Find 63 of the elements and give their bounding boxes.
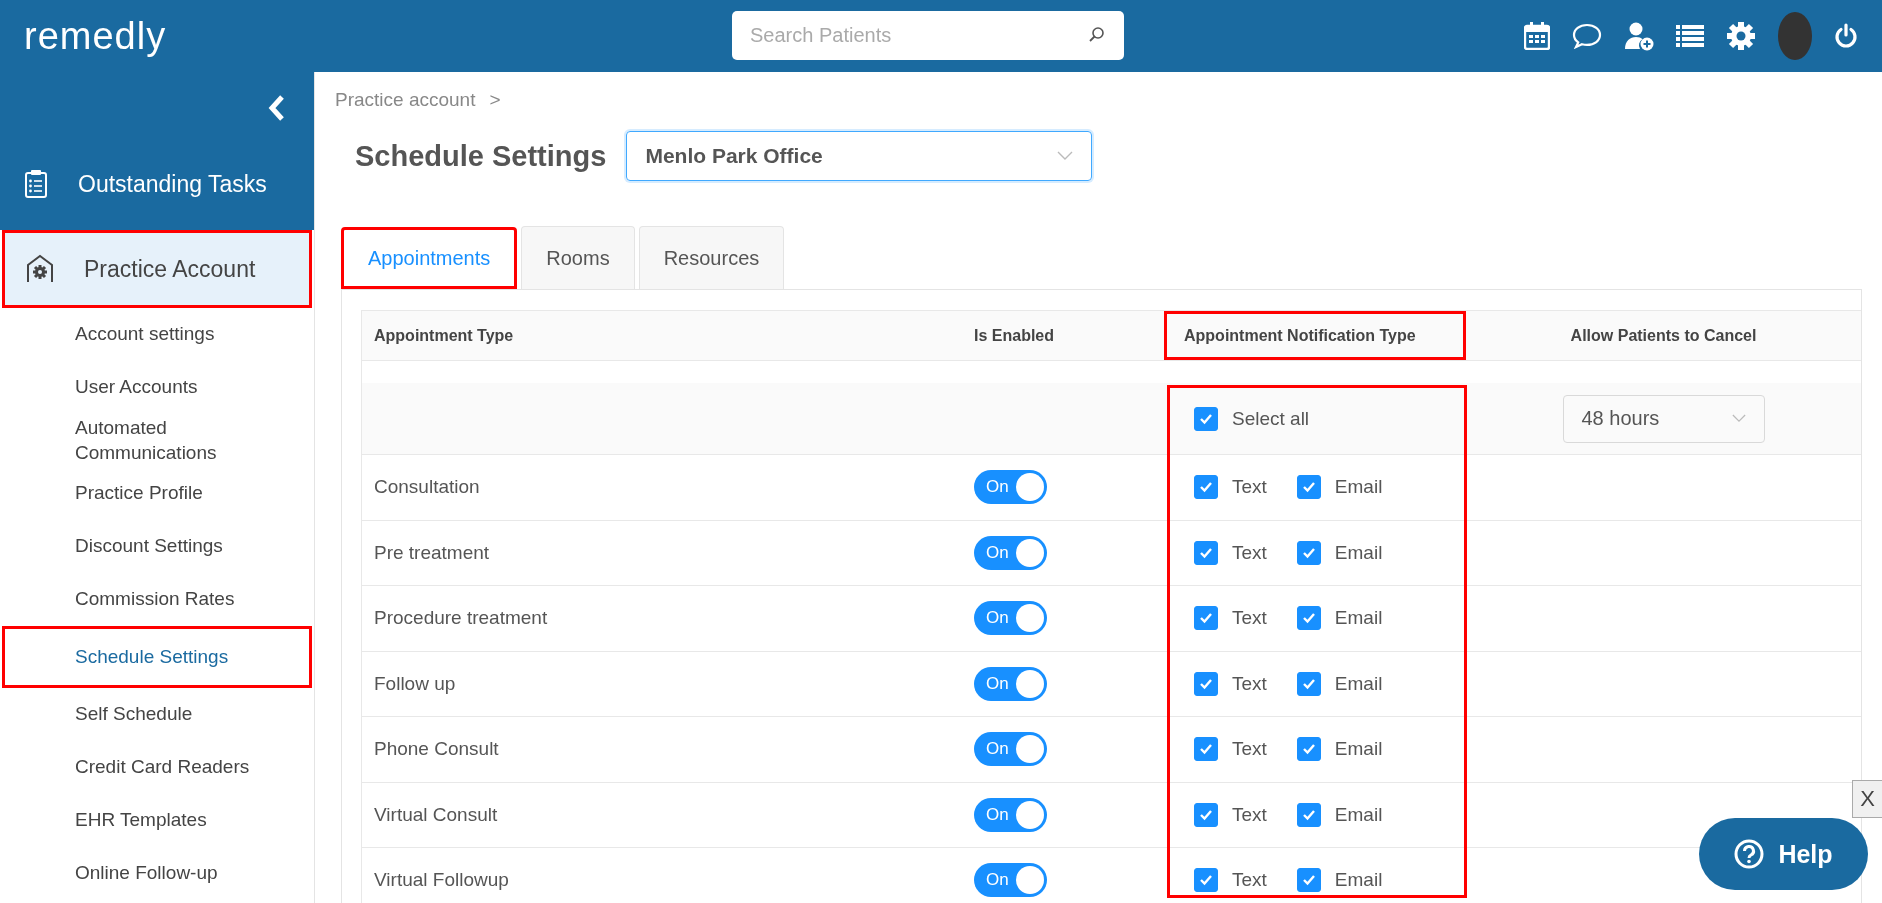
- checkbox[interactable]: Text: [1194, 802, 1267, 827]
- sidebar-link[interactable]: Credit Card Readers: [2, 741, 312, 794]
- checkbox[interactable]: Email: [1296, 868, 1383, 893]
- checkbox[interactable]: Email: [1296, 475, 1383, 500]
- chat-bubble-icon[interactable]: [1572, 23, 1602, 49]
- column-header: Allow Patients to Cancel: [1569, 326, 1758, 345]
- sidebar-link[interactable]: Online Follow-up: [2, 847, 312, 900]
- house-gear-icon: [26, 254, 54, 284]
- list-icon[interactable]: [1676, 24, 1704, 48]
- sidebar-link[interactable]: Practice Profile: [2, 467, 312, 520]
- settings-icon[interactable]: [1726, 21, 1756, 51]
- checkbox[interactable]: Email: [1296, 737, 1383, 762]
- checkbox[interactable]: Text: [1194, 868, 1267, 893]
- chevron-down-icon: [1057, 151, 1074, 161]
- checkbox[interactable]: Email: [1296, 802, 1383, 827]
- sidebar-link[interactable]: Commission Rates: [2, 573, 312, 626]
- sidebar-item[interactable]: Practice Account: [2, 230, 312, 308]
- breadcrumb-link[interactable]: Practice account: [335, 89, 476, 113]
- checkbox[interactable]: Text: [1194, 540, 1267, 565]
- logo[interactable]: remedly: [24, 14, 167, 58]
- sidebar-link[interactable]: Self Schedule: [2, 688, 312, 741]
- appointment-type: Follow up: [374, 672, 456, 694]
- appointment-type: Virtual Followup: [374, 869, 509, 891]
- sidebar-link[interactable]: Account settings: [2, 308, 312, 361]
- sidebar-link[interactable]: EHR Templates: [2, 794, 312, 847]
- search-field[interactable]: Search Patients: [732, 11, 1124, 60]
- clipboard-icon: [24, 169, 48, 199]
- tab[interactable]: Rooms: [521, 226, 635, 289]
- help-button[interactable]: Help: [1699, 818, 1868, 890]
- location-select[interactable]: Menlo Park Office: [626, 131, 1093, 181]
- calendar-icon[interactable]: [1524, 22, 1550, 50]
- checkbox[interactable]: Text: [1194, 475, 1267, 500]
- checkbox[interactable]: Email: [1296, 606, 1383, 631]
- cancel-window-select[interactable]: 48 hours: [1562, 394, 1765, 443]
- close-button[interactable]: X: [1852, 780, 1882, 818]
- checkbox[interactable]: Text: [1194, 737, 1267, 762]
- add-user-icon[interactable]: [1624, 21, 1654, 51]
- checkbox[interactable]: Email: [1296, 540, 1383, 565]
- sidebar-link[interactable]: Schedule Settings: [2, 626, 312, 688]
- power-icon[interactable]: [1834, 23, 1858, 49]
- sidebar-link[interactable]: Automated Communications: [2, 414, 312, 467]
- appointment-type: Procedure treatment: [374, 607, 548, 629]
- column-header: Appointment Notification Type: [1164, 311, 1466, 360]
- chevron-down-icon: [1731, 414, 1746, 423]
- appointment-type: Consultation: [374, 476, 480, 498]
- breadcrumb-separator: >: [489, 89, 501, 112]
- search-icon[interactable]: [1088, 26, 1106, 44]
- checkbox[interactable]: Email: [1296, 671, 1383, 696]
- sidebar-item[interactable]: Outstanding Tasks: [0, 154, 314, 230]
- column-header: Is Enabled: [974, 326, 1056, 345]
- question-icon: [1734, 839, 1765, 869]
- checkbox[interactable]: Text: [1194, 671, 1267, 696]
- page-title: Schedule Settings: [355, 139, 607, 173]
- select-all-checkbox[interactable]: Select all: [1194, 406, 1310, 431]
- appointment-type: Phone Consult: [374, 738, 499, 760]
- sidebar-link[interactable]: User Accounts: [2, 361, 312, 414]
- checkbox[interactable]: Text: [1194, 606, 1267, 631]
- sidebar-link[interactable]: Discount Settings: [2, 520, 312, 573]
- appointment-type: Pre treatment: [374, 541, 490, 563]
- appointment-type: Virtual Consult: [374, 803, 498, 825]
- tab[interactable]: Resources: [638, 226, 785, 289]
- chevron-left-icon[interactable]: [268, 94, 286, 122]
- column-header: Appointment Type: [373, 326, 515, 345]
